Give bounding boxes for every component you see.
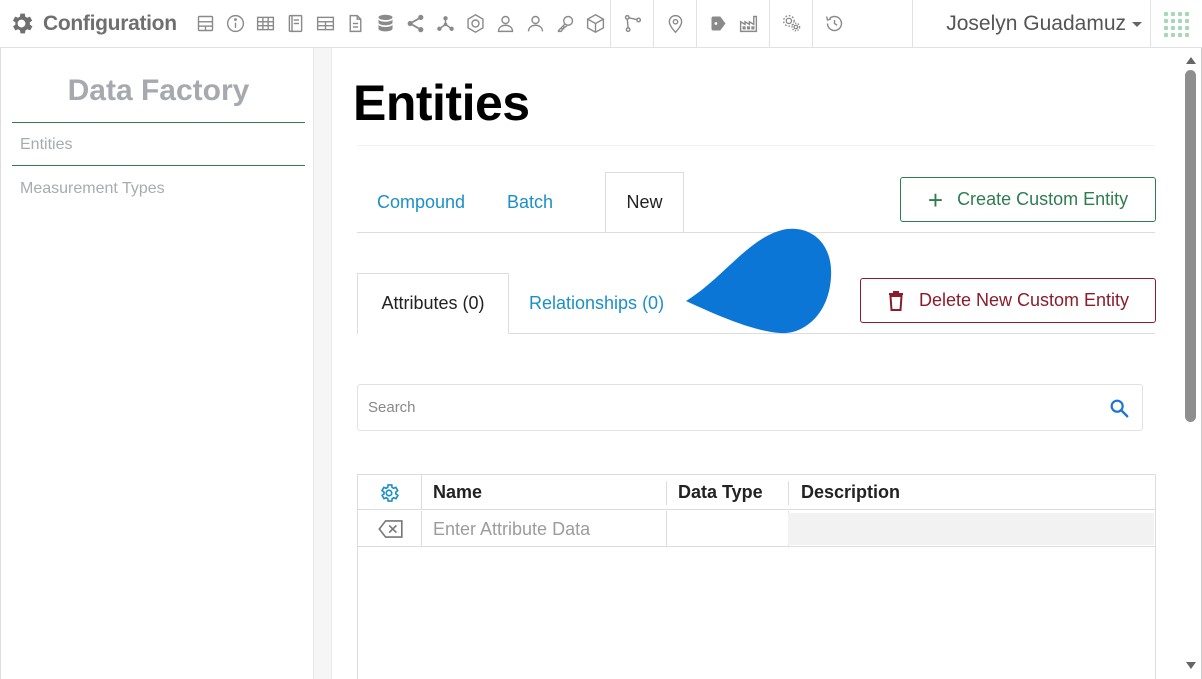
- network-icon[interactable]: [430, 0, 460, 48]
- sidebar-gutter: [314, 48, 332, 679]
- top-bar: Configuration Joselyn Guadamuz: [0, 0, 1202, 48]
- sidebar-item-measurement-types[interactable]: Measurement Types: [20, 180, 165, 198]
- new-attribute-name-cell[interactable]: Enter Attribute Data: [433, 511, 590, 547]
- create-button-label: Create Custom Entity: [957, 189, 1129, 209]
- share-icon[interactable]: [400, 0, 430, 48]
- toolbar: [190, 0, 855, 48]
- key-icon[interactable]: [550, 0, 580, 48]
- document-icon[interactable]: [340, 0, 370, 48]
- table-alt-icon[interactable]: [310, 0, 340, 48]
- tag-icon[interactable]: [703, 0, 733, 48]
- tab-compound[interactable]: Compound: [377, 192, 465, 213]
- column-divider: [421, 475, 422, 510]
- column-resize-handle[interactable]: [666, 481, 667, 505]
- info-icon[interactable]: [220, 0, 250, 48]
- column-header-data-type[interactable]: Data Type: [678, 475, 763, 510]
- search-input[interactable]: [358, 385, 1098, 430]
- sidebar-title: Data Factory: [67, 74, 250, 107]
- sidebar-active-underline: [12, 165, 305, 166]
- vertical-scrollbar[interactable]: [1181, 48, 1202, 679]
- gear-icon: [380, 483, 399, 502]
- toolbar-group-location: [654, 0, 696, 48]
- user-outline-icon[interactable]: [490, 0, 520, 48]
- delete-custom-entity-button[interactable]: Delete New Custom Entity: [860, 278, 1156, 323]
- sidebar-divider: [12, 122, 305, 123]
- create-custom-entity-button[interactable]: + Create Custom Entity: [900, 177, 1156, 222]
- subtab-relationships[interactable]: Relationships (0): [529, 293, 664, 314]
- column-resize-handle[interactable]: [788, 481, 789, 505]
- grid-header: Name Data Type Description: [358, 475, 1155, 510]
- subtab-attributes[interactable]: Attributes (0): [357, 293, 509, 314]
- form-icon[interactable]: [190, 0, 220, 48]
- search-icon[interactable]: [1108, 397, 1130, 419]
- column-divider: [666, 511, 667, 547]
- trash-icon: [888, 290, 903, 311]
- page-title: Entities: [353, 75, 530, 131]
- scroll-down-arrow-icon[interactable]: [1186, 662, 1196, 669]
- history-icon[interactable]: [819, 0, 849, 48]
- column-settings-button[interactable]: [378, 475, 402, 510]
- app-brand[interactable]: Configuration: [0, 10, 190, 37]
- tab-batch[interactable]: Batch: [507, 192, 553, 213]
- scroll-up-arrow-icon[interactable]: [1186, 57, 1196, 64]
- new-attribute-description-cell[interactable]: [788, 513, 1154, 545]
- location-pin-icon[interactable]: [660, 0, 690, 48]
- connector-icon[interactable]: [617, 0, 647, 48]
- scroll-thumb[interactable]: [1185, 70, 1196, 422]
- settings-gears-icon[interactable]: [776, 0, 806, 48]
- chevron-down-icon: [1132, 21, 1142, 27]
- column-header-name[interactable]: Name: [433, 475, 482, 510]
- pointer-blob: [686, 228, 832, 334]
- search-box: [357, 384, 1143, 431]
- toolbar-group-tags: [697, 0, 769, 48]
- column-header-description[interactable]: Description: [801, 475, 900, 510]
- database-icon[interactable]: [370, 0, 400, 48]
- column-divider: [421, 511, 422, 547]
- user-icon[interactable]: [520, 0, 550, 48]
- toolbar-group-settings: [770, 0, 812, 48]
- app-title: Configuration: [43, 11, 177, 35]
- sidebar-item-entities[interactable]: Entities: [20, 136, 72, 154]
- sidebar: Data Factory Entities Measurement Types: [0, 48, 314, 679]
- book-icon[interactable]: [280, 0, 310, 48]
- clear-row-icon[interactable]: [378, 520, 404, 538]
- apps-launcher[interactable]: [1150, 0, 1202, 48]
- attributes-grid: Name Data Type Description Enter Attribu…: [357, 474, 1156, 679]
- gear-icon: [12, 13, 33, 34]
- toolbar-group-history: [813, 0, 855, 48]
- tab-new[interactable]: New: [605, 192, 684, 213]
- plus-icon: +: [927, 184, 944, 215]
- title-divider: [357, 145, 1155, 146]
- cd-icon[interactable]: [460, 0, 490, 48]
- user-menu[interactable]: Joselyn Guadamuz: [912, 0, 1150, 48]
- table-icon[interactable]: [250, 0, 280, 48]
- apps-grid-icon: [1164, 11, 1189, 37]
- new-row: Enter Attribute Data: [358, 511, 1155, 547]
- cube-icon[interactable]: [580, 0, 610, 48]
- user-name: Joselyn Guadamuz: [946, 12, 1126, 35]
- factory-icon[interactable]: [733, 0, 763, 48]
- delete-button-label: Delete New Custom Entity: [918, 290, 1130, 310]
- toolbar-group-connector: [611, 0, 653, 48]
